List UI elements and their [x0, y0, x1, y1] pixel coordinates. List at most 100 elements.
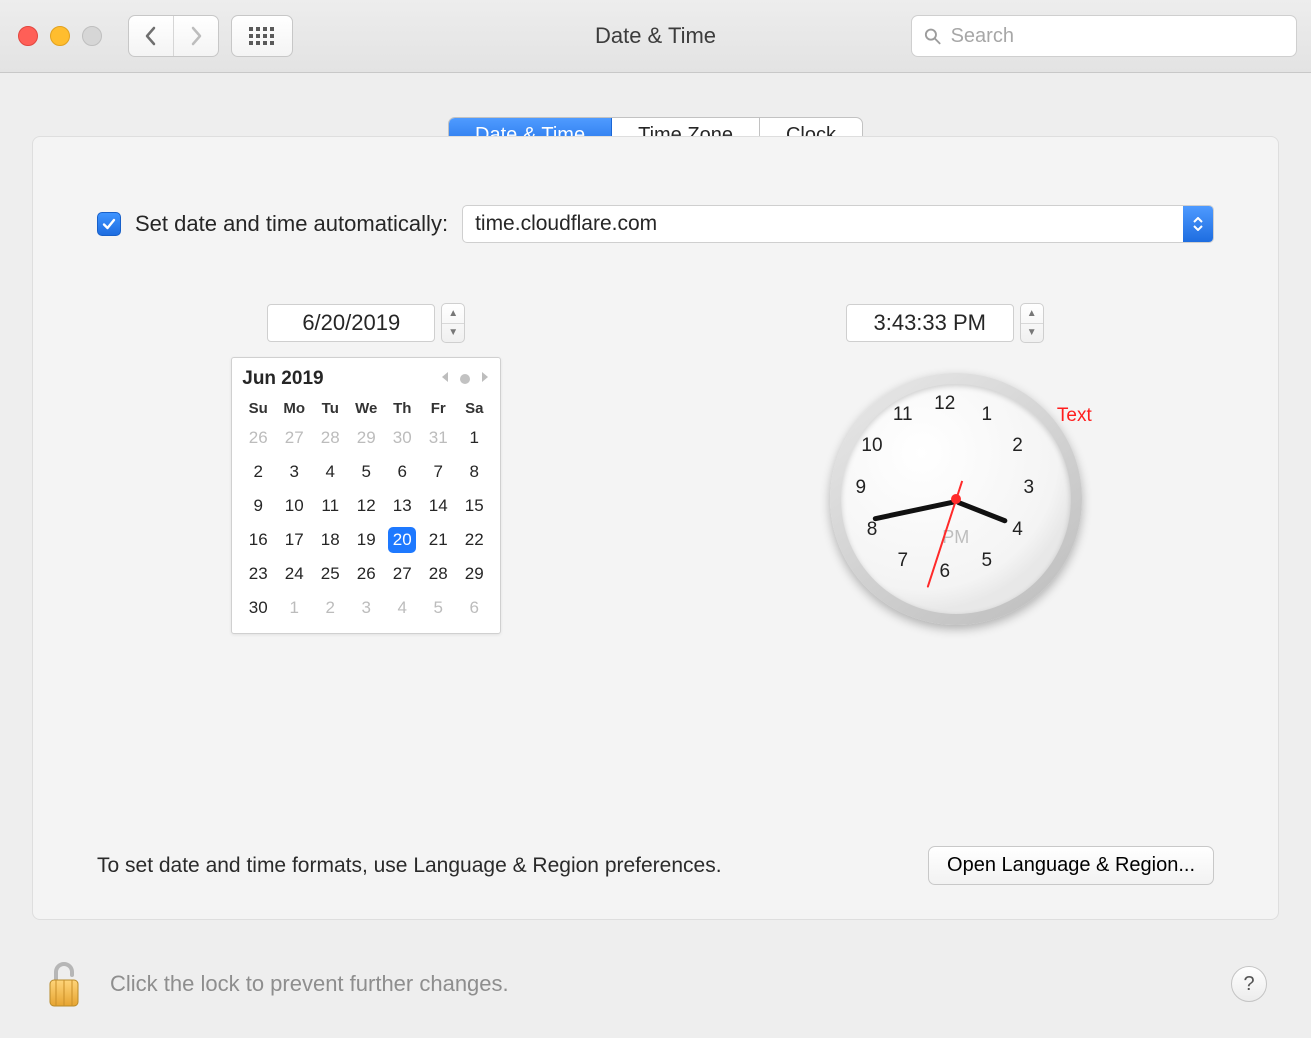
calendar-day[interactable]: 27 — [384, 557, 420, 591]
calendar-day[interactable]: 6 — [456, 591, 492, 625]
formats-hint: To set date and time formats, use Langua… — [97, 854, 722, 878]
lock-footer: Click the lock to prevent further change… — [0, 930, 1311, 1038]
clock-number: 7 — [897, 550, 908, 572]
search-field[interactable] — [911, 15, 1297, 57]
calendar-day[interactable]: 18 — [312, 523, 348, 557]
stepper-up-icon[interactable]: ▲ — [442, 304, 464, 324]
nav-back-forward — [128, 15, 219, 57]
clock-number: 4 — [1012, 519, 1023, 541]
analog-clock[interactable]: PM 121234567891011 Text — [830, 373, 1060, 603]
lock-icon[interactable] — [44, 958, 84, 1010]
auto-checkbox[interactable] — [97, 212, 121, 236]
calendar-day[interactable]: 25 — [312, 557, 348, 591]
calendar-day[interactable]: 29 — [348, 421, 384, 455]
clock-annotation-text: Text — [1057, 405, 1092, 427]
zoom-window-button[interactable] — [82, 26, 102, 46]
calendar-day[interactable]: 14 — [420, 489, 456, 523]
triangle-right-icon — [480, 371, 490, 383]
cal-prev-month[interactable] — [440, 370, 450, 388]
calendar-day[interactable]: 19 — [348, 523, 384, 557]
calendar-day[interactable]: 30 — [240, 591, 276, 625]
preferences-panel: Set date and time automatically: time.cl… — [32, 136, 1279, 920]
show-all-prefs-button[interactable] — [231, 15, 293, 57]
back-button[interactable] — [129, 16, 174, 56]
calendar-day[interactable]: 15 — [456, 489, 492, 523]
calendar-day[interactable]: 4 — [312, 455, 348, 489]
calendar-day[interactable]: 28 — [420, 557, 456, 591]
time-server-combo[interactable]: time.cloudflare.com — [462, 205, 1214, 243]
search-input[interactable] — [949, 24, 1284, 49]
open-language-region-button[interactable]: Open Language & Region... — [928, 846, 1214, 885]
calendar-day[interactable]: 12 — [348, 489, 384, 523]
calendar-day[interactable]: 2 — [240, 455, 276, 489]
calendar-grid: SuMoTuWeThFrSa 2627282930311234567891011… — [240, 396, 492, 625]
calendar-day[interactable]: 31 — [420, 421, 456, 455]
calendar-day[interactable]: 1 — [456, 421, 492, 455]
stepper-down-icon[interactable]: ▼ — [442, 324, 464, 343]
calendar-day[interactable]: 20 — [384, 523, 420, 557]
clock-minute-hand — [872, 499, 956, 522]
lock-hint: Click the lock to prevent further change… — [110, 971, 509, 997]
cal-today-dot[interactable] — [460, 374, 470, 384]
window-titlebar: Date & Time — [0, 0, 1311, 73]
calendar-day[interactable]: 11 — [312, 489, 348, 523]
calendar-day[interactable]: 5 — [420, 591, 456, 625]
calendar-day[interactable]: 1 — [276, 591, 312, 625]
forward-button[interactable] — [174, 16, 218, 56]
calendar-weekday: Mo — [276, 396, 312, 421]
combo-arrow[interactable] — [1183, 206, 1213, 242]
close-window-button[interactable] — [18, 26, 38, 46]
calendar-day[interactable]: 5 — [348, 455, 384, 489]
clock-number: 6 — [939, 561, 950, 583]
calendar-day[interactable]: 24 — [276, 557, 312, 591]
help-button[interactable]: ? — [1231, 966, 1267, 1002]
clock-number: 5 — [981, 550, 992, 572]
date-field[interactable]: 6/20/2019 — [267, 304, 435, 342]
calendar-weekday: Sa — [456, 396, 492, 421]
calendar-day[interactable]: 21 — [420, 523, 456, 557]
calendar-day[interactable]: 22 — [456, 523, 492, 557]
calendar-day[interactable]: 30 — [384, 421, 420, 455]
calendar-day[interactable]: 9 — [240, 489, 276, 523]
calendar-weekday: We — [348, 396, 384, 421]
calendar-day[interactable]: 3 — [348, 591, 384, 625]
calendar-day[interactable]: 2 — [312, 591, 348, 625]
time-stepper[interactable]: ▲ ▼ — [1020, 303, 1044, 343]
clock-number: 8 — [867, 519, 878, 541]
calendar-day[interactable]: 23 — [240, 557, 276, 591]
clock-number: 10 — [861, 435, 882, 457]
calendar-day[interactable]: 10 — [276, 489, 312, 523]
auto-date-time-row: Set date and time automatically: time.cl… — [97, 205, 1214, 243]
calendar-day[interactable]: 17 — [276, 523, 312, 557]
time-field[interactable]: 3:43:33 PM — [846, 304, 1014, 342]
clock-hour-hand — [955, 499, 1008, 524]
calendar-day[interactable]: 7 — [420, 455, 456, 489]
calendar-day[interactable]: 16 — [240, 523, 276, 557]
calendar-day[interactable]: 8 — [456, 455, 492, 489]
calendar-day[interactable]: 3 — [276, 455, 312, 489]
clock-number: 12 — [934, 393, 955, 415]
calendar-day[interactable]: 26 — [240, 421, 276, 455]
clock-center-pin — [951, 494, 961, 504]
clock-number: 1 — [981, 404, 992, 426]
chevron-right-icon — [189, 26, 203, 46]
cal-next-month[interactable] — [480, 370, 490, 388]
calendar-day[interactable]: 29 — [456, 557, 492, 591]
date-stepper[interactable]: ▲ ▼ — [441, 303, 465, 343]
calendar-day[interactable]: 13 — [384, 489, 420, 523]
calendar-day[interactable]: 28 — [312, 421, 348, 455]
calendar-day[interactable]: 26 — [348, 557, 384, 591]
chevron-left-icon — [144, 26, 158, 46]
calendar-weekday: Su — [240, 396, 276, 421]
minimize-window-button[interactable] — [50, 26, 70, 46]
calendar-day[interactable]: 27 — [276, 421, 312, 455]
calendar-day[interactable]: 4 — [384, 591, 420, 625]
calendar-day[interactable]: 6 — [384, 455, 420, 489]
calendar[interactable]: Jun 2019 SuMoTuWeThFrSa 2627282930311234… — [231, 357, 501, 634]
search-icon — [924, 27, 941, 45]
clock-number: 2 — [1012, 435, 1023, 457]
clock-number: 9 — [855, 477, 866, 499]
stepper-up-icon[interactable]: ▲ — [1021, 304, 1043, 324]
stepper-down-icon[interactable]: ▼ — [1021, 324, 1043, 343]
auto-checkbox-label: Set date and time automatically: — [135, 211, 448, 237]
